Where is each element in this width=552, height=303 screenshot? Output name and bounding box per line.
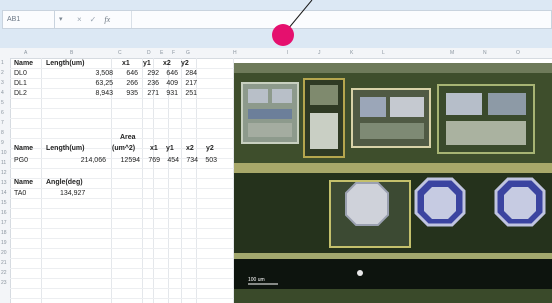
header-cell[interactable]: Name: [14, 144, 33, 154]
column-header[interactable]: O: [516, 48, 520, 58]
row-header[interactable]: 18: [1, 230, 7, 236]
row-header[interactable]: 17: [1, 220, 7, 226]
microscope-image[interactable]: 100 um: [234, 63, 552, 303]
table-cell[interactable]: 292: [140, 69, 159, 79]
row-header[interactable]: 22: [1, 270, 7, 276]
header-cell[interactable]: (um^2): [112, 144, 135, 154]
table-cell[interactable]: 503: [199, 156, 217, 166]
table-cell[interactable]: 284: [179, 69, 197, 79]
row-header[interactable]: 7: [1, 120, 4, 126]
table-cell[interactable]: 8,943: [60, 89, 113, 99]
column-header[interactable]: C: [118, 48, 122, 58]
table-cell[interactable]: 409: [160, 79, 178, 89]
column-header[interactable]: N: [483, 48, 487, 58]
table-cell[interactable]: DL0: [14, 69, 27, 79]
column-header[interactable]: I: [287, 48, 288, 58]
row-header[interactable]: 4: [1, 90, 4, 96]
row-header[interactable]: 19: [1, 240, 7, 246]
column-header[interactable]: E: [160, 48, 163, 58]
table-cell[interactable]: 734: [180, 156, 198, 166]
table-cell[interactable]: 217: [179, 79, 197, 89]
row-header[interactable]: 13: [1, 180, 7, 186]
table-cell[interactable]: 454: [161, 156, 179, 166]
table-cell[interactable]: 266: [114, 79, 138, 89]
column-header[interactable]: D: [147, 48, 151, 58]
row-header[interactable]: 16: [1, 210, 7, 216]
row-header[interactable]: 21: [1, 260, 7, 266]
header-cell[interactable]: Length(um): [46, 144, 85, 154]
table-cell[interactable]: 214,066: [60, 156, 106, 166]
table-cell[interactable]: 769: [142, 156, 160, 166]
header-cell[interactable]: x2: [163, 59, 171, 69]
column-header[interactable]: B: [70, 48, 73, 58]
column-header[interactable]: L: [382, 48, 385, 58]
row-header[interactable]: 23: [1, 280, 7, 286]
header-cell[interactable]: Angle(deg): [46, 178, 83, 188]
header-cell[interactable]: Length(um): [46, 59, 85, 69]
row-header[interactable]: 2: [1, 70, 4, 76]
column-header[interactable]: K: [350, 48, 353, 58]
header-cell[interactable]: x1: [150, 144, 158, 154]
row-header[interactable]: 11: [1, 160, 6, 166]
area-label[interactable]: Area: [120, 133, 136, 143]
table-cell[interactable]: 935: [114, 89, 138, 99]
row-header[interactable]: 6: [1, 110, 4, 116]
table-cell[interactable]: 134,927: [60, 189, 85, 199]
table-cell[interactable]: 931: [160, 89, 178, 99]
table-cell[interactable]: DL2: [14, 89, 27, 99]
row-header[interactable]: 9: [1, 140, 4, 146]
row-header[interactable]: 10: [1, 150, 7, 156]
header-cell[interactable]: y2: [206, 144, 214, 154]
table-cell[interactable]: 236: [140, 79, 159, 89]
header-cell[interactable]: y1: [166, 144, 174, 154]
table-cell[interactable]: 63,25: [60, 79, 113, 89]
column-header[interactable]: G: [186, 48, 190, 58]
column-header[interactable]: M: [450, 48, 454, 58]
table-cell[interactable]: TA0: [14, 189, 26, 199]
table-cell[interactable]: DL1: [14, 79, 27, 89]
table-cell[interactable]: 646: [114, 69, 138, 79]
table-cell[interactable]: 646: [160, 69, 178, 79]
header-cell[interactable]: y1: [143, 59, 151, 69]
row-header[interactable]: 5: [1, 100, 4, 106]
scale-bar-label: 100 um: [248, 277, 265, 283]
row-header[interactable]: 14: [1, 190, 7, 196]
column-header[interactable]: A: [24, 48, 27, 58]
table-cell[interactable]: 12594: [108, 156, 140, 166]
row-header[interactable]: 20: [1, 250, 7, 256]
row-header[interactable]: 15: [1, 200, 7, 206]
table-cell[interactable]: 3,508: [60, 69, 113, 79]
column-header[interactable]: H: [233, 48, 237, 58]
pointer-dot: [272, 24, 294, 46]
row-header[interactable]: 1: [1, 60, 4, 66]
table-cell[interactable]: 251: [179, 89, 197, 99]
column-header[interactable]: J: [318, 48, 321, 58]
row-header[interactable]: 3: [1, 80, 4, 86]
row-header[interactable]: 12: [1, 170, 7, 176]
chip-micrograph: 100 um: [234, 63, 552, 303]
table-cell[interactable]: PG0: [14, 156, 28, 166]
header-cell[interactable]: x1: [122, 59, 130, 69]
table-cell[interactable]: 271: [140, 89, 159, 99]
column-header[interactable]: F: [172, 48, 175, 58]
header-cell[interactable]: Name: [14, 178, 33, 188]
row-header[interactable]: 8: [1, 130, 4, 136]
header-cell[interactable]: x2: [186, 144, 194, 154]
header-cell[interactable]: y2: [181, 59, 189, 69]
header-cell[interactable]: Name: [14, 59, 33, 69]
